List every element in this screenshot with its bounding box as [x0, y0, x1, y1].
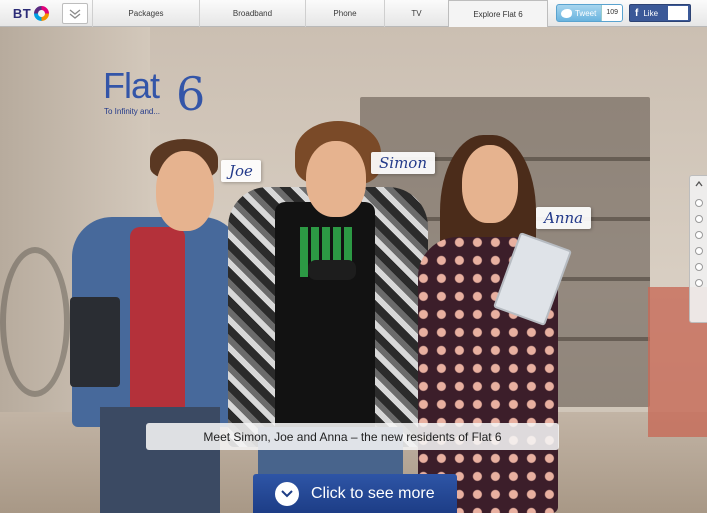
tab-packages[interactable]: Packages	[92, 0, 199, 27]
name-tag-simon[interactable]: Simon	[371, 152, 435, 174]
bt-logo-text: BT	[12, 5, 32, 21]
top-navigation-bar: BT Packages Broadband Phone TV Explore F…	[0, 0, 707, 27]
simon-face	[306, 141, 366, 217]
social-buttons: Tweet 109 f Like	[555, 4, 691, 22]
twitter-bird-icon	[560, 8, 572, 18]
main-nav-tabs: Packages Broadband Phone TV Explore Flat…	[92, 0, 548, 27]
tab-tv[interactable]: TV	[384, 0, 448, 27]
joe-face	[156, 151, 214, 231]
bt-globe-icon	[34, 5, 50, 21]
anna-face	[462, 145, 518, 223]
logo-number: 6	[176, 67, 206, 121]
section-dot[interactable]	[694, 199, 703, 207]
name-tag-joe[interactable]: Joe	[221, 160, 261, 182]
tab-broadband[interactable]: Broadband	[199, 0, 305, 27]
flat6-logo: Flat 6 To Infinity and...	[103, 65, 205, 121]
hero-stage: Flat 6 To Infinity and... Joe Simon Anna…	[0, 27, 707, 513]
joe-laptop	[70, 297, 120, 387]
tweet-count: 109	[601, 5, 622, 21]
logo-tagline: To Infinity and...	[104, 107, 161, 116]
joe-red-shirt	[130, 227, 185, 427]
see-more-label: Click to see more	[311, 484, 435, 502]
like-label: Like	[643, 8, 659, 18]
section-dot[interactable]	[694, 247, 703, 255]
section-side-nav	[689, 175, 707, 323]
background-bicycle	[0, 247, 70, 397]
see-more-button[interactable]: Click to see more	[253, 474, 457, 513]
chevron-up-icon[interactable]	[694, 179, 703, 191]
section-dot[interactable]	[694, 263, 703, 271]
bt-logo[interactable]: BT	[0, 0, 62, 26]
section-dot[interactable]	[694, 231, 703, 239]
tweet-button[interactable]: Tweet 109	[555, 4, 623, 22]
section-dot[interactable]	[694, 279, 703, 287]
section-dot[interactable]	[694, 215, 703, 223]
tab-explore-flat-6[interactable]: Explore Flat 6	[448, 0, 548, 27]
chevron-down-icon	[275, 481, 299, 506]
facebook-icon: f	[635, 7, 639, 19]
logo-word: Flat	[103, 65, 160, 106]
hero-caption: Meet Simon, Joe and Anna – the new resid…	[146, 423, 559, 450]
name-tag-anna[interactable]: Anna	[536, 207, 592, 229]
menu-toggle-button[interactable]	[62, 3, 88, 24]
tweet-label: Tweet	[574, 8, 597, 18]
like-count-box	[668, 6, 688, 20]
chevron-down-icon	[69, 8, 81, 19]
tab-phone[interactable]: Phone	[305, 0, 384, 27]
facebook-like-button[interactable]: f Like	[629, 4, 691, 22]
simon-game-controller	[308, 260, 356, 280]
